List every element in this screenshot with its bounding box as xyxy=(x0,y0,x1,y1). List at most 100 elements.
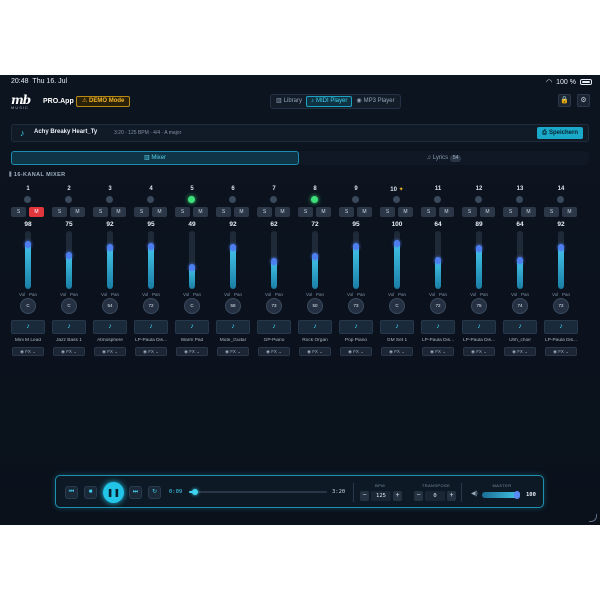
mute-button[interactable]: M xyxy=(562,207,577,217)
bpm-increase-button[interactable]: + xyxy=(393,491,402,501)
lock-button[interactable]: 🔒 xyxy=(558,94,571,107)
volume-fader[interactable] xyxy=(189,231,195,289)
tab-library[interactable]: ▥ Library xyxy=(272,96,306,107)
solo-button[interactable]: S xyxy=(503,207,518,217)
mute-button[interactable]: M xyxy=(152,207,167,217)
mute-button[interactable]: M xyxy=(234,207,249,217)
mute-button[interactable]: M xyxy=(29,207,44,217)
pan-knob[interactable]: 54 xyxy=(102,298,118,314)
mute-button[interactable]: M xyxy=(439,207,454,217)
settings-button[interactable]: ⚙ xyxy=(577,94,590,107)
skip-forward-button[interactable]: ⏭ xyxy=(129,486,142,499)
instrument-button[interactable]: ♪ xyxy=(93,320,127,334)
bpm-decrease-button[interactable]: − xyxy=(360,491,369,501)
mute-button[interactable]: M xyxy=(480,207,495,217)
instrument-button[interactable]: ♪ xyxy=(380,320,414,334)
pan-knob[interactable]: 72 xyxy=(430,298,446,314)
solo-button[interactable]: S xyxy=(339,207,354,217)
volume-fader-thumb[interactable] xyxy=(230,244,236,251)
volume-fader[interactable] xyxy=(312,231,318,289)
mute-button[interactable]: M xyxy=(275,207,290,217)
pan-knob[interactable]: 74 xyxy=(512,298,528,314)
volume-fader-thumb[interactable] xyxy=(517,257,523,264)
fx-button[interactable]: ◉ FX ⌄ xyxy=(381,347,413,356)
tab-mp3-player[interactable]: ◉ MP3 Player xyxy=(352,96,398,107)
volume-fader[interactable] xyxy=(353,231,359,289)
mute-button[interactable]: M xyxy=(398,207,413,217)
solo-button[interactable]: S xyxy=(257,207,272,217)
volume-fader-thumb[interactable] xyxy=(558,244,564,251)
instrument-button[interactable]: ♪ xyxy=(134,320,168,334)
solo-button[interactable]: S xyxy=(11,207,26,217)
fx-button[interactable]: ◉ FX ⌄ xyxy=(299,347,331,356)
fx-button[interactable]: ◉ FX ⌄ xyxy=(217,347,249,356)
fx-button[interactable]: ◉ FX ⌄ xyxy=(135,347,167,356)
volume-fader-thumb[interactable] xyxy=(189,264,195,271)
fx-button[interactable]: ◉ FX ⌄ xyxy=(422,347,454,356)
instrument-button[interactable]: ♪ xyxy=(52,320,86,334)
tab-midi-player[interactable]: ♪ MIDI Player xyxy=(306,96,353,107)
mute-button[interactable]: M xyxy=(357,207,372,217)
volume-fader[interactable] xyxy=(230,231,236,289)
volume-fader-thumb[interactable] xyxy=(435,257,441,264)
solo-button[interactable]: S xyxy=(52,207,67,217)
transpose-value[interactable]: 0 xyxy=(425,491,445,501)
solo-button[interactable]: S xyxy=(134,207,149,217)
mute-button[interactable]: M xyxy=(111,207,126,217)
fx-button[interactable]: ◉ FX ⌄ xyxy=(340,347,372,356)
pan-knob[interactable]: C xyxy=(61,298,77,314)
instrument-button[interactable]: ♪ xyxy=(11,320,45,334)
fx-button[interactable]: ◉ FX ⌄ xyxy=(545,347,577,356)
mute-button[interactable]: M xyxy=(70,207,85,217)
pan-knob[interactable]: 72 xyxy=(553,298,569,314)
volume-fader-thumb[interactable] xyxy=(148,243,154,250)
tab-mixer[interactable]: ▥ Mixer xyxy=(11,151,299,165)
solo-button[interactable]: S xyxy=(175,207,190,217)
volume-fader-thumb[interactable] xyxy=(25,241,31,248)
solo-button[interactable]: S xyxy=(93,207,108,217)
pan-knob[interactable]: 72 xyxy=(143,298,159,314)
pan-knob[interactable]: 73 xyxy=(266,298,282,314)
volume-fader[interactable] xyxy=(476,231,482,289)
instrument-button[interactable]: ♪ xyxy=(421,320,455,334)
instrument-button[interactable]: ♪ xyxy=(544,320,578,334)
instrument-button[interactable]: ♪ xyxy=(175,320,209,334)
save-button[interactable]: ⎙ Speichern xyxy=(537,127,583,139)
progress-slider[interactable] xyxy=(189,489,327,495)
fx-button[interactable]: ◉ FX ⌄ xyxy=(463,347,495,356)
stop-button[interactable]: ■ xyxy=(84,486,97,499)
pan-knob[interactable]: 75 xyxy=(471,298,487,314)
pause-button[interactable]: ❚❚ xyxy=(103,482,124,503)
mute-button[interactable]: M xyxy=(193,207,208,217)
solo-button[interactable]: S xyxy=(544,207,559,217)
volume-fader-thumb[interactable] xyxy=(271,258,277,265)
solo-button[interactable]: S xyxy=(216,207,231,217)
instrument-button[interactable]: ♪ xyxy=(298,320,332,334)
fx-button[interactable]: ◉ FX ⌄ xyxy=(53,347,85,356)
volume-fader-thumb[interactable] xyxy=(353,243,359,250)
pan-knob[interactable]: 58 xyxy=(225,298,241,314)
volume-fader-thumb[interactable] xyxy=(66,252,72,259)
volume-fader-thumb[interactable] xyxy=(107,244,113,251)
volume-fader[interactable] xyxy=(66,231,72,289)
volume-fader[interactable] xyxy=(558,231,564,289)
instrument-button[interactable]: ♪ xyxy=(503,320,537,334)
fx-button[interactable]: ◉ FX ⌄ xyxy=(504,347,536,356)
progress-thumb[interactable] xyxy=(192,489,199,495)
volume-fader-thumb[interactable] xyxy=(312,253,318,260)
tab-lyrics[interactable]: ♫ Lyrics 54 xyxy=(299,151,589,165)
loop-button[interactable]: ↻ xyxy=(148,486,161,499)
resize-handle[interactable] xyxy=(589,514,597,522)
transpose-increase-button[interactable]: + xyxy=(447,491,456,501)
instrument-button[interactable]: ♪ xyxy=(339,320,373,334)
fx-button[interactable]: ◉ FX ⌄ xyxy=(94,347,126,356)
fx-button[interactable]: ◉ FX ⌄ xyxy=(12,347,44,356)
volume-fader[interactable] xyxy=(148,231,154,289)
mute-button[interactable]: M xyxy=(316,207,331,217)
instrument-button[interactable]: ♪ xyxy=(257,320,291,334)
pan-knob[interactable]: C xyxy=(389,298,405,314)
solo-button[interactable]: S xyxy=(380,207,395,217)
pan-knob[interactable]: C xyxy=(184,298,200,314)
pan-knob[interactable]: 73 xyxy=(348,298,364,314)
bpm-value[interactable]: 125 xyxy=(371,491,391,501)
